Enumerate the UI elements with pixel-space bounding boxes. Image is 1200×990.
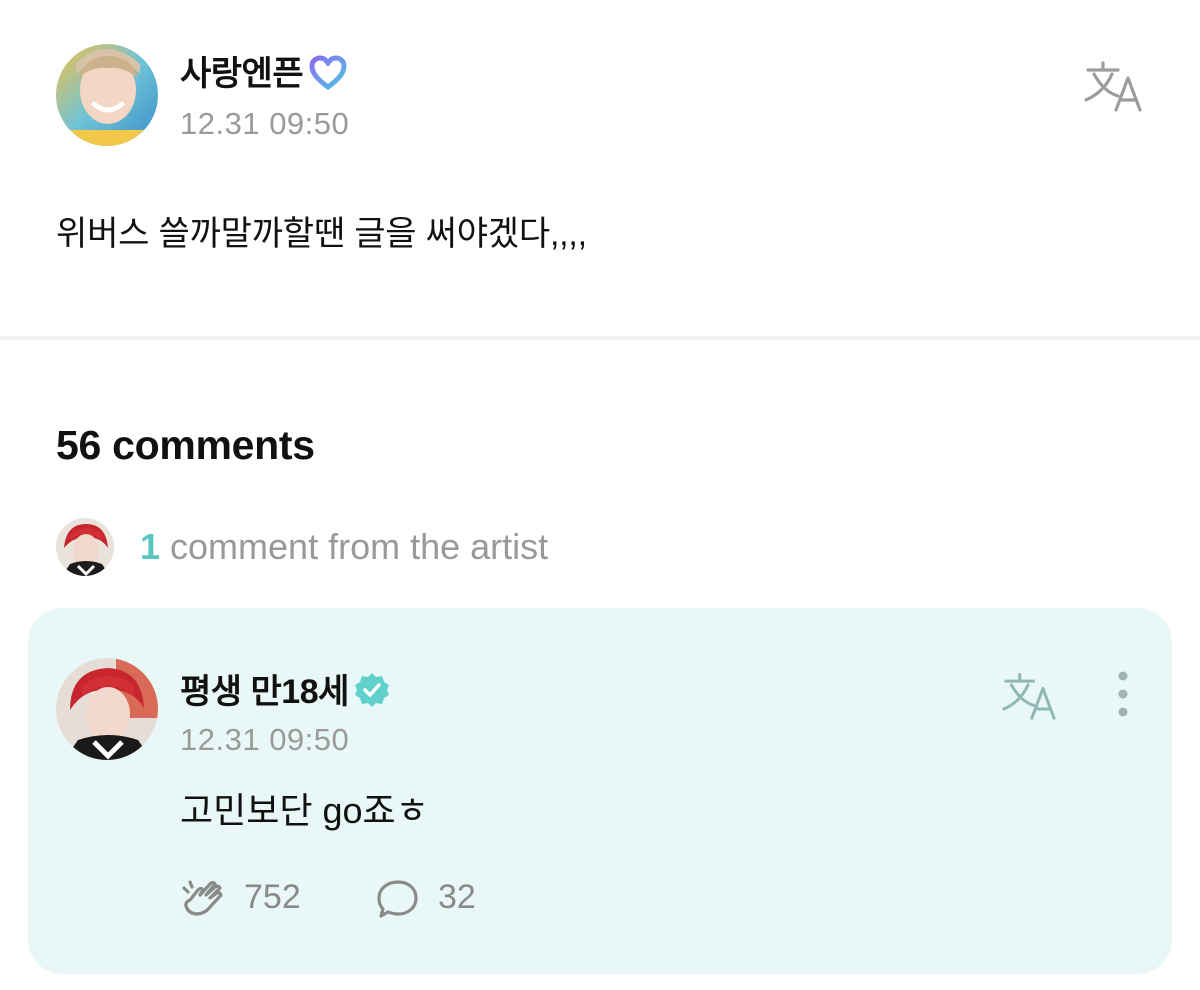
translate-icon[interactable] xyxy=(1082,58,1144,114)
artist-comment-card: 평생 만18세 12.31 09:50 고민보단 go죠ㅎ 752 32 xyxy=(28,608,1172,974)
author-name-row[interactable]: 사랑엔픈 xyxy=(180,46,347,100)
comments-count: 56 comments xyxy=(56,422,315,468)
comment-author-name: 평생 만18세 xyxy=(180,673,349,711)
artist-comments-text: 1 comment from the artist xyxy=(140,526,548,568)
comment-time: 12.31 09:50 xyxy=(180,722,350,757)
author-avatar[interactable] xyxy=(56,44,158,146)
like-button[interactable]: 752 xyxy=(180,874,320,924)
artist-comments-count: 1 xyxy=(140,526,161,567)
clap-icon xyxy=(180,878,228,925)
heart-badge-icon xyxy=(309,55,347,100)
artist-comments-label: comment from the artist xyxy=(160,526,549,567)
author-name: 사랑엔픈 xyxy=(180,55,304,93)
more-vertical-icon[interactable] xyxy=(1108,670,1138,718)
comment-actions: 752 32 xyxy=(180,874,680,924)
translate-icon[interactable] xyxy=(1000,670,1058,722)
reply-count: 32 xyxy=(438,878,476,916)
comment-author-avatar[interactable] xyxy=(56,658,158,760)
speech-bubble-icon xyxy=(376,878,420,925)
like-count: 752 xyxy=(244,878,301,916)
comment-author-row[interactable]: 평생 만18세 xyxy=(180,664,391,718)
post-body: 위버스 쓸까말까할땐 글을 써야겠다,,,, xyxy=(56,215,587,253)
author-avatar-image xyxy=(56,44,158,146)
post-header: 사랑엔픈 12.31 09:50 xyxy=(56,44,1156,154)
verified-badge-icon xyxy=(353,671,391,718)
comment-body: 고민보단 go죠ㅎ xyxy=(180,790,429,831)
artist-comments-link[interactable]: 1 comment from the artist xyxy=(56,516,756,576)
artist-avatar-small xyxy=(56,518,114,576)
section-divider xyxy=(0,336,1200,340)
post-time: 12.31 09:50 xyxy=(180,106,350,141)
reply-button[interactable]: 32 xyxy=(376,874,496,924)
